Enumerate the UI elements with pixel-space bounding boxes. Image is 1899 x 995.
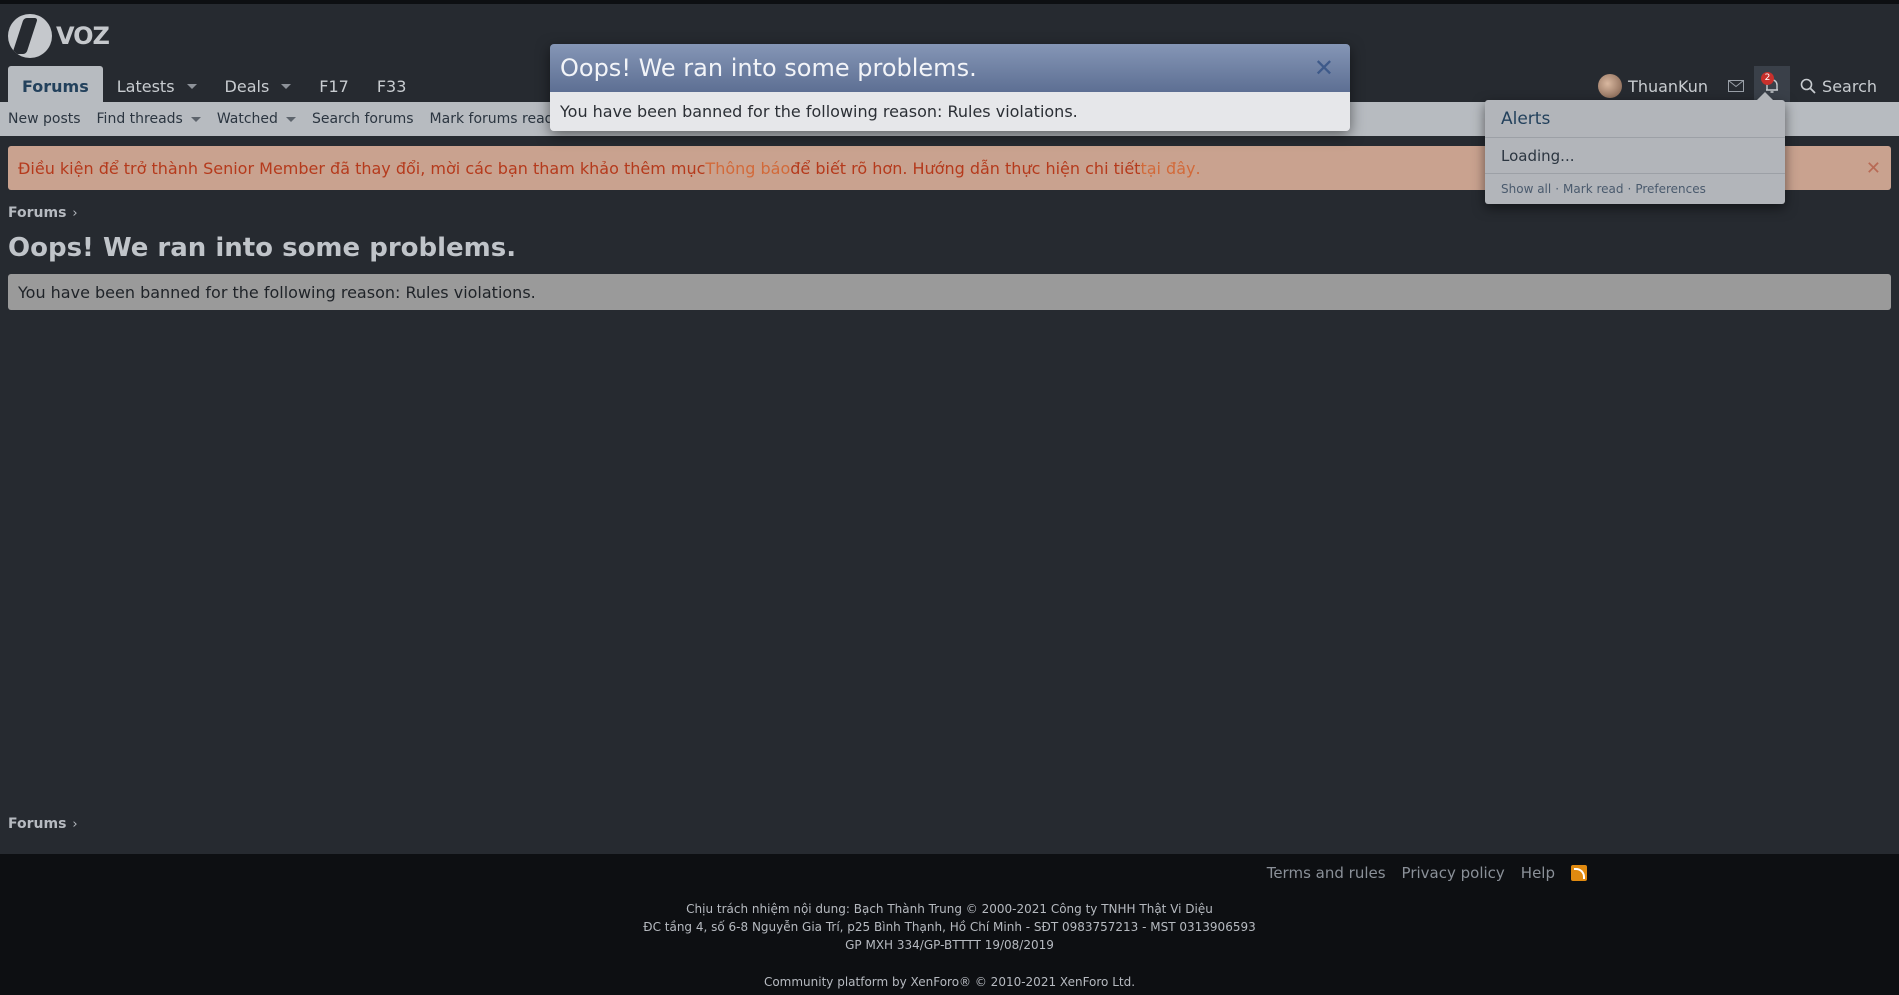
site-logo[interactable]: VOZ bbox=[8, 14, 110, 58]
tab-f17[interactable]: F17 bbox=[305, 66, 363, 106]
alerts-menu: Alerts Loading... Show all · Mark read ·… bbox=[1485, 92, 1785, 204]
subnav-watched[interactable]: Watched bbox=[217, 111, 296, 127]
notice-text-3: . bbox=[1195, 158, 1201, 178]
notice-link-announcement[interactable]: Thông báo bbox=[705, 159, 790, 178]
search-label: Search bbox=[1822, 76, 1877, 96]
subnav-label: Watched bbox=[216, 111, 278, 127]
breadcrumb-bottom: Forums › bbox=[8, 816, 78, 832]
caret-down-icon[interactable] bbox=[186, 83, 197, 89]
tab-label: Forums bbox=[22, 76, 89, 96]
tab-label: F33 bbox=[376, 76, 407, 96]
footer-line-3: GP MXH 334/GP-BTTTT 19/08/2019 bbox=[845, 938, 1054, 952]
footer: Terms and rules Privacy policy Help Chịu… bbox=[0, 854, 1899, 995]
voz-logo-icon bbox=[8, 14, 52, 58]
logo-text: VOZ bbox=[56, 22, 110, 50]
search-icon bbox=[1800, 78, 1816, 94]
tab-label: Deals bbox=[224, 76, 270, 96]
subnav-find-threads[interactable]: Find threads bbox=[97, 111, 201, 127]
breadcrumb-forums[interactable]: Forums bbox=[8, 205, 66, 221]
tab-forums[interactable]: Forums bbox=[8, 66, 103, 106]
alerts-loading: Loading... bbox=[1485, 138, 1785, 174]
notice-text-2: để biết rõ hơn. Hướng dẫn thực hiện chi … bbox=[790, 158, 1141, 178]
footer-link-help[interactable]: Help bbox=[1521, 864, 1555, 882]
search-button[interactable]: Search bbox=[1790, 66, 1887, 106]
notice-link-here[interactable]: tại đây bbox=[1140, 159, 1195, 178]
footer-line-2: ĐC tầng 4, số 6-8 Nguyễn Gia Trí, p25 Bì… bbox=[643, 920, 1256, 934]
footer-line-1: Chịu trách nhiệm nội dung: Bạch Thành Tr… bbox=[686, 902, 1213, 916]
footer-link-terms[interactable]: Terms and rules bbox=[1267, 864, 1386, 882]
subnav-mark-forums-read[interactable]: Mark forums read bbox=[430, 111, 554, 127]
footer-links: Terms and rules Privacy policy Help bbox=[1267, 864, 1587, 882]
subnav-search-forums[interactable]: Search forums bbox=[312, 111, 414, 127]
breadcrumb-forums[interactable]: Forums bbox=[8, 816, 66, 832]
separator: · bbox=[1555, 182, 1560, 196]
close-icon[interactable]: ✕ bbox=[1314, 54, 1334, 82]
subnav-new-posts[interactable]: New posts bbox=[8, 111, 81, 127]
envelope-icon bbox=[1728, 80, 1745, 92]
rss-icon[interactable] bbox=[1571, 865, 1587, 881]
ban-message: You have been banned for the following r… bbox=[8, 274, 1891, 310]
breadcrumb: Forums › bbox=[8, 205, 78, 221]
tab-label: F17 bbox=[319, 76, 349, 96]
close-icon[interactable]: ✕ bbox=[1866, 158, 1881, 179]
tab-label: Latests bbox=[116, 76, 175, 96]
alerts-title[interactable]: Alerts bbox=[1485, 100, 1785, 138]
avatar bbox=[1598, 74, 1623, 98]
caret-down-icon[interactable] bbox=[285, 116, 296, 122]
footer-link-privacy[interactable]: Privacy policy bbox=[1402, 864, 1505, 882]
main-nav: Forums Latests Deals F17 F33 bbox=[8, 66, 420, 106]
subnav-label: Find threads bbox=[96, 111, 183, 127]
notice-text-1: Điều kiện để trở thành Senior Member đã … bbox=[18, 158, 706, 178]
page-title: Oops! We ran into some problems. bbox=[8, 233, 517, 263]
chevron-right-icon: › bbox=[72, 205, 78, 221]
alerts-show-all[interactable]: Show all bbox=[1501, 182, 1551, 196]
error-dialog: Oops! We ran into some problems. ✕ You h… bbox=[550, 44, 1350, 131]
separator: · bbox=[1627, 182, 1632, 196]
alerts-preferences[interactable]: Preferences bbox=[1635, 182, 1706, 196]
tab-f33[interactable]: F33 bbox=[363, 66, 421, 106]
alert-count-badge: 2 bbox=[1761, 72, 1775, 85]
chevron-right-icon: › bbox=[72, 816, 78, 832]
caret-down-icon[interactable] bbox=[281, 83, 292, 89]
caret-down-icon[interactable] bbox=[190, 116, 201, 122]
dialog-message: You have been banned for the following r… bbox=[550, 92, 1350, 131]
dialog-title: Oops! We ran into some problems. bbox=[550, 44, 1350, 92]
username: ThuanKun bbox=[1628, 76, 1709, 96]
tab-latests[interactable]: Latests bbox=[103, 66, 211, 106]
alerts-mark-read[interactable]: Mark read bbox=[1563, 182, 1623, 196]
tab-deals[interactable]: Deals bbox=[211, 66, 306, 106]
alerts-footer: Show all · Mark read · Preferences bbox=[1485, 174, 1785, 204]
footer-line-4: Community platform by XenForo® © 2010-20… bbox=[763, 975, 1136, 989]
